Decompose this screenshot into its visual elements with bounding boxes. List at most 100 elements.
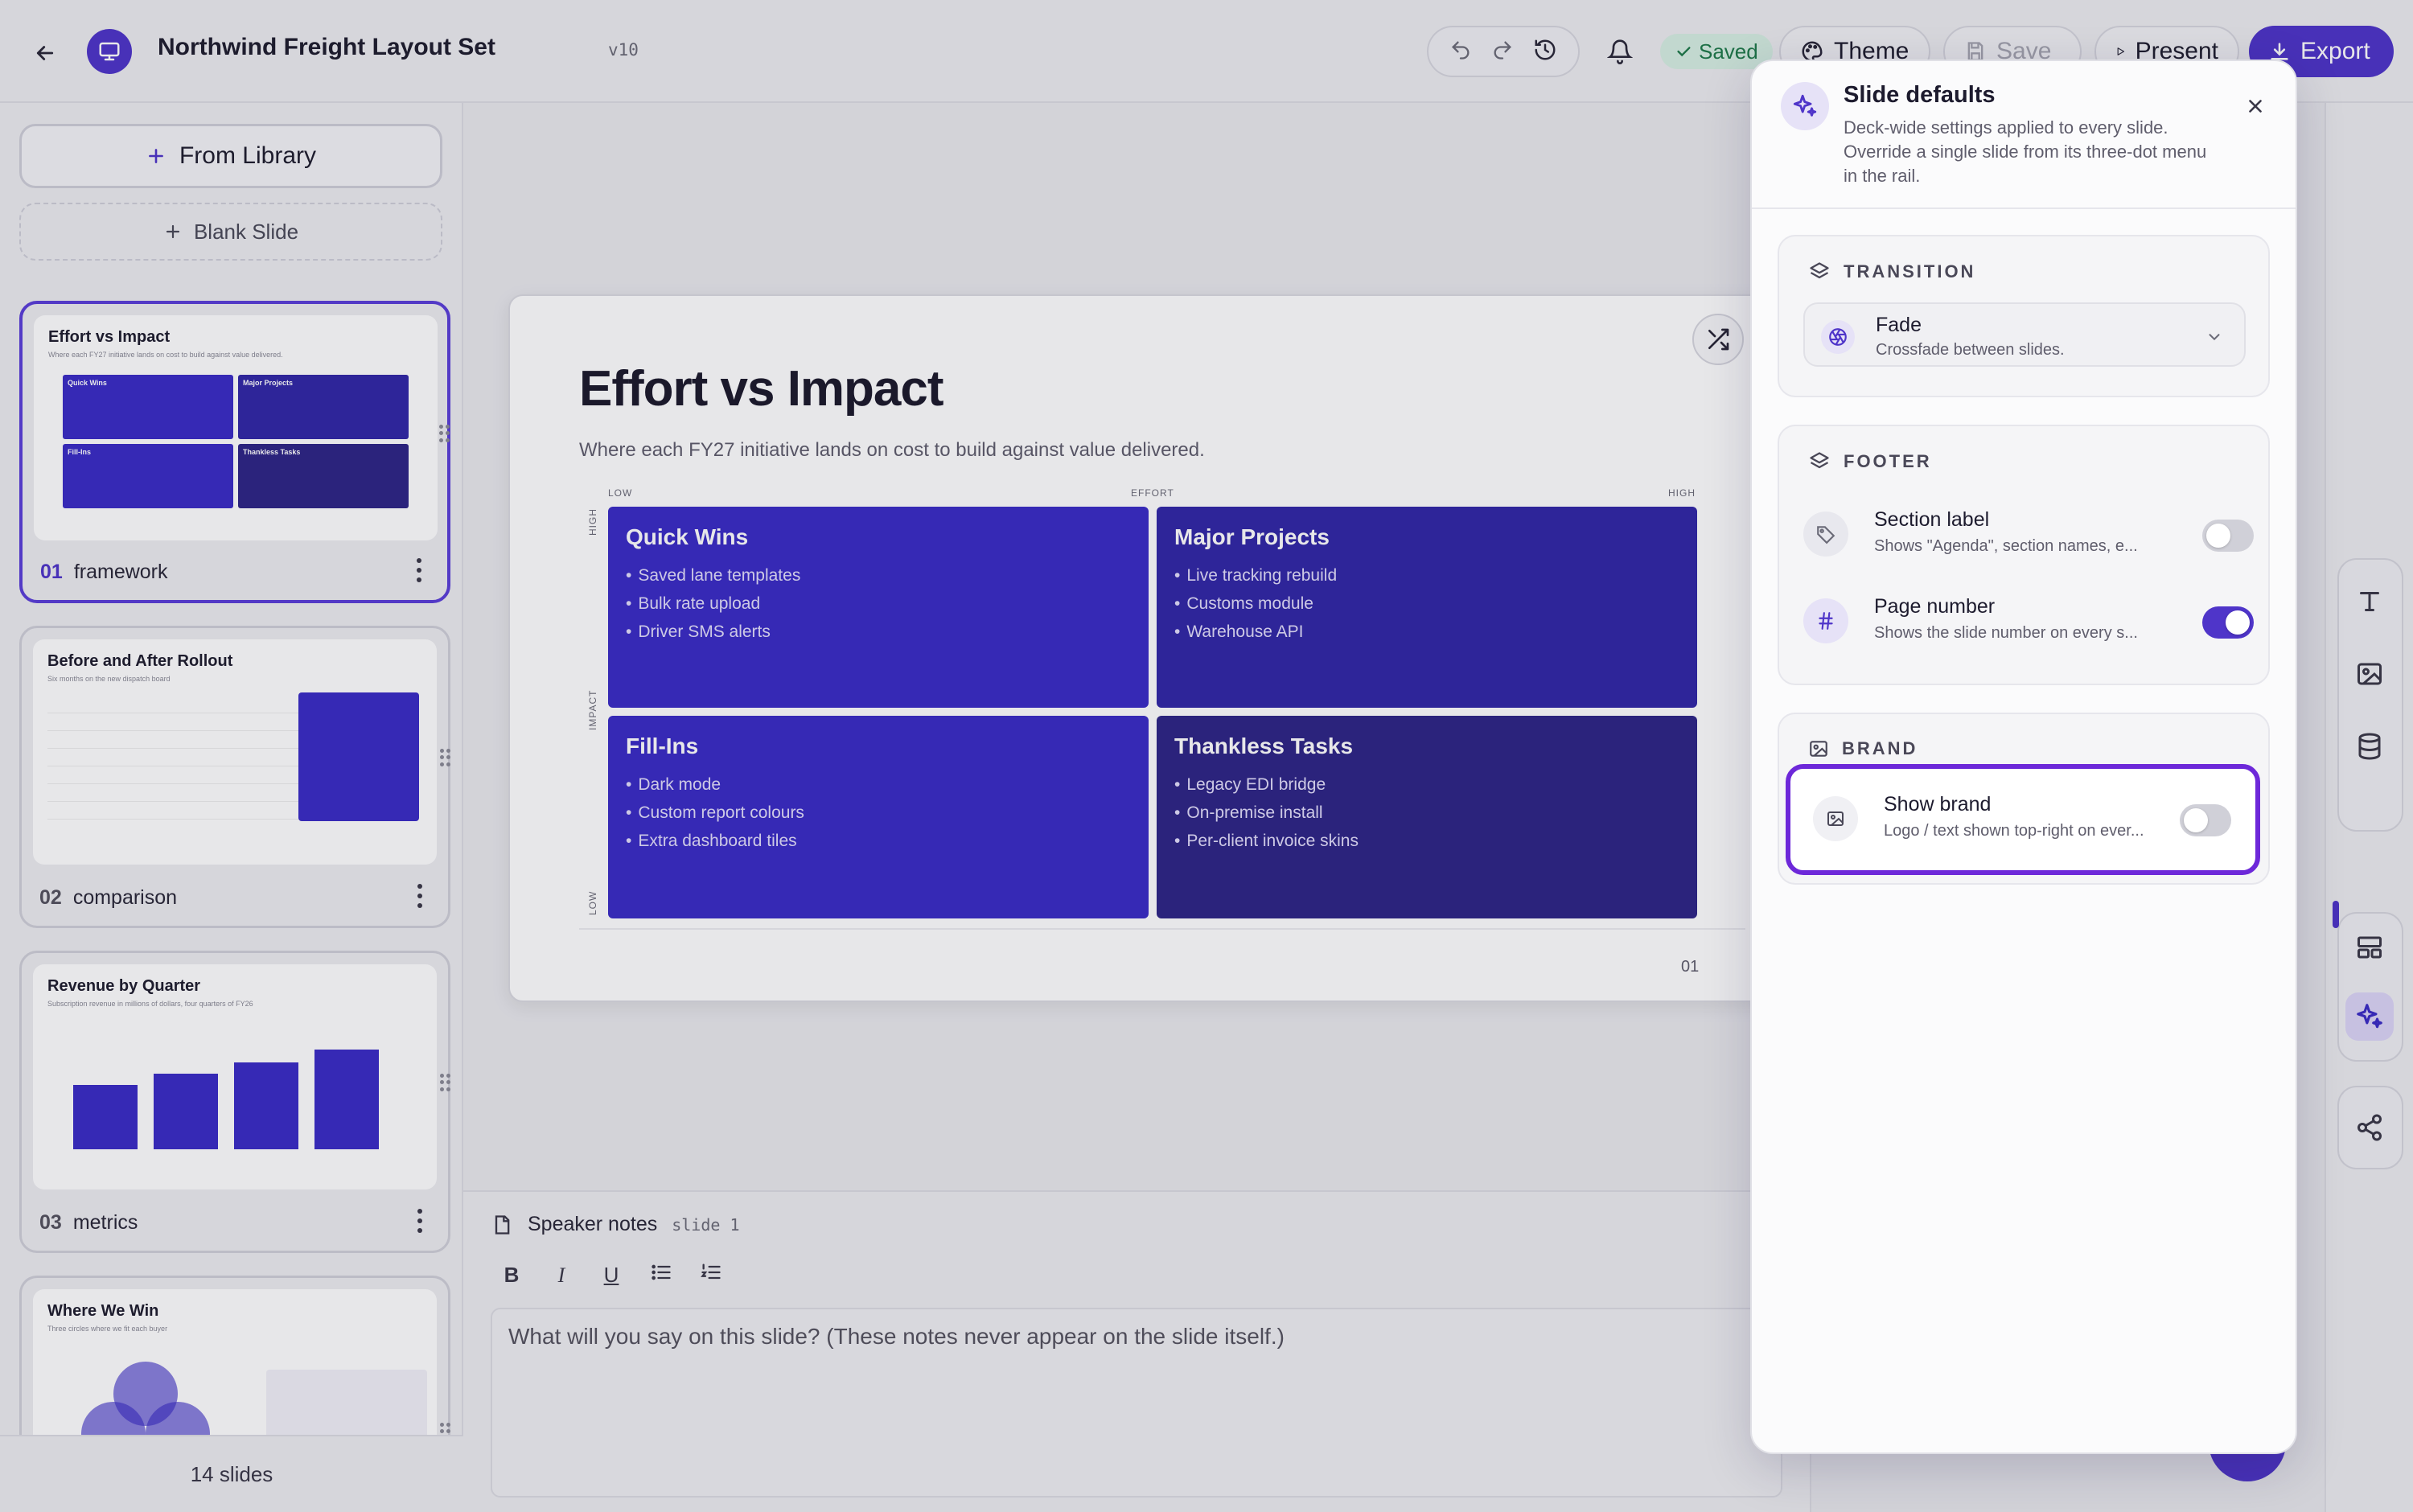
chevron-down-icon bbox=[2205, 328, 2223, 350]
layout-tool-icon[interactable] bbox=[2345, 923, 2394, 972]
y-axis-high-label: HIGH bbox=[587, 508, 598, 536]
quadrant-item: Driver SMS alerts bbox=[626, 618, 1131, 646]
quadrant-fill-ins[interactable]: Fill-Ins Dark mode Custom report colours… bbox=[608, 716, 1149, 918]
slide-defaults-sparkle-icon[interactable] bbox=[2345, 992, 2394, 1041]
page-number-toggle[interactable] bbox=[2202, 606, 2254, 639]
active-tool-indicator bbox=[2333, 901, 2339, 928]
quadrant-item: Legacy EDI bridge bbox=[1174, 770, 1679, 799]
show-brand-title: Show brand bbox=[1884, 793, 1992, 816]
back-arrow-icon[interactable] bbox=[29, 37, 61, 69]
section-label-description: Shows "Agenda", section names, e... bbox=[1874, 537, 2138, 555]
section-label-row: Section label Shows "Agenda", section na… bbox=[1803, 503, 2254, 568]
show-brand-highlight: Show brand Logo / text shown top-right o… bbox=[1786, 764, 2260, 875]
quadrant-major-projects[interactable]: Major Projects Live tracking rebuild Cus… bbox=[1157, 507, 1697, 708]
slide-menu-kebab-icon[interactable] bbox=[416, 1209, 424, 1233]
quadrant-list: Legacy EDI bridge On-premise install Per… bbox=[1174, 770, 1679, 855]
document-icon bbox=[495, 1214, 510, 1235]
tool-rail bbox=[2325, 103, 2413, 1512]
from-library-label: From Library bbox=[179, 142, 317, 169]
slide-subtitle[interactable]: Where each FY27 initiative lands on cost… bbox=[579, 439, 1205, 462]
thumbnail-title: Effort vs Impact bbox=[48, 328, 171, 346]
shuffle-icon bbox=[1708, 328, 1729, 351]
quadrant-quick-wins[interactable]: Quick Wins Saved lane templates Bulk rat… bbox=[608, 507, 1149, 708]
notifications-bell-icon[interactable] bbox=[1604, 35, 1636, 68]
aperture-icon bbox=[1821, 320, 1855, 354]
transition-select[interactable]: Fade Crossfade between slides. bbox=[1803, 302, 2246, 367]
blank-slide-button[interactable]: Blank Slide bbox=[19, 203, 442, 261]
text-tool-icon[interactable] bbox=[2345, 577, 2394, 626]
x-axis-low-label: LOW bbox=[608, 487, 633, 499]
italic-button[interactable]: I bbox=[550, 1263, 573, 1288]
brand-heading-label: BRAND bbox=[1842, 738, 1918, 758]
quadrant-title: Thankless Tasks bbox=[1174, 733, 1354, 758]
version-history-icon[interactable] bbox=[1533, 38, 1557, 66]
thumbnail-footer: 03 metrics bbox=[39, 1211, 138, 1235]
saved-status-badge: Saved bbox=[1660, 34, 1773, 69]
thumbnail-bar bbox=[234, 1062, 298, 1149]
presentation-app-icon bbox=[87, 29, 132, 74]
hash-icon bbox=[1803, 598, 1848, 643]
show-brand-description: Logo / text shown top-right on ever... bbox=[1884, 822, 2144, 840]
notes-format-toolbar: B I U bbox=[500, 1261, 722, 1289]
saved-label: Saved bbox=[1699, 39, 1758, 64]
close-icon[interactable] bbox=[2239, 90, 2271, 122]
thumbnail-title: Revenue by Quarter bbox=[47, 977, 201, 995]
mini-quadrant: Thankless Tasks bbox=[238, 444, 409, 508]
shuffle-layout-button[interactable] bbox=[1692, 314, 1744, 365]
thumbnail-title: Before and After Rollout bbox=[47, 652, 233, 670]
slide-thumbnail-4[interactable]: Where We Win Three circles where we fit … bbox=[19, 1276, 450, 1458]
thumbnail-bar bbox=[73, 1085, 138, 1149]
underline-button[interactable]: U bbox=[600, 1263, 623, 1288]
transition-heading-label: TRANSITION bbox=[1844, 261, 1976, 281]
show-brand-toggle[interactable] bbox=[2180, 804, 2231, 836]
quadrant-item: Per-client invoice skins bbox=[1174, 827, 1679, 855]
bullet-list-icon[interactable] bbox=[650, 1261, 672, 1289]
check-icon bbox=[1677, 47, 1691, 57]
slide-thumbnail-2[interactable]: Before and After Rollout Six months on t… bbox=[19, 626, 450, 928]
panel-title: Slide defaults bbox=[1844, 82, 1996, 108]
database-tool-icon[interactable] bbox=[2345, 722, 2394, 770]
thumbnail-number: 01 bbox=[40, 561, 63, 583]
quadrant-title: Major Projects bbox=[1174, 524, 1330, 549]
thumbnail-preview: Effort vs Impact Where each FY27 initiat… bbox=[34, 315, 438, 540]
plus-icon bbox=[166, 224, 180, 239]
undo-icon[interactable] bbox=[1449, 39, 1472, 65]
speaker-notes-textarea[interactable]: What will you say on this slide? (These … bbox=[491, 1308, 1782, 1498]
bold-button[interactable]: B bbox=[500, 1263, 523, 1288]
thumbnail-subtitle: Where each FY27 initiative lands on cost… bbox=[48, 351, 283, 359]
quadrant-thankless-tasks[interactable]: Thankless Tasks Legacy EDI bridge On-pre… bbox=[1157, 716, 1697, 918]
document-title[interactable]: Northwind Freight Layout Set bbox=[158, 34, 495, 61]
thumbnail-label: comparison bbox=[72, 886, 178, 909]
layers-icon bbox=[1810, 262, 1829, 279]
slide-canvas[interactable]: Effort vs Impact Where each FY27 initiat… bbox=[508, 294, 1795, 1002]
slide-defaults-panel: Slide defaults Deck-wide settings applie… bbox=[1750, 60, 2297, 1454]
slide-thumbnail-1[interactable]: Effort vs Impact Where each FY27 initiat… bbox=[19, 301, 450, 603]
drag-handle-icon[interactable] bbox=[439, 425, 450, 442]
slide-thumbnail-3[interactable]: Revenue by Quarter Subscription revenue … bbox=[19, 951, 450, 1253]
speaker-notes-panel: Speaker notes slide 1 B I U What will yo… bbox=[463, 1190, 1810, 1512]
speaker-notes-header: Speaker notes slide 1 bbox=[491, 1213, 740, 1236]
drag-handle-icon[interactable] bbox=[440, 1074, 451, 1091]
page-number-description: Shows the slide number on every s... bbox=[1874, 624, 2138, 642]
share-tool-icon[interactable] bbox=[2345, 1103, 2394, 1152]
thumbnail-preview: Before and After Rollout Six months on t… bbox=[33, 639, 437, 865]
quadrant-item: Warehouse API bbox=[1174, 618, 1679, 646]
page-number-title: Page number bbox=[1874, 595, 1996, 618]
mini-quadrant-title: Quick Wins bbox=[68, 379, 107, 387]
blank-slide-label: Blank Slide bbox=[193, 219, 299, 244]
slide-menu-kebab-icon[interactable] bbox=[415, 558, 423, 582]
from-library-button[interactable]: From Library bbox=[19, 124, 442, 188]
image-tool-icon[interactable] bbox=[2345, 650, 2394, 698]
slide-title[interactable]: Effort vs Impact bbox=[579, 360, 944, 417]
thumbnail-bar bbox=[314, 1050, 379, 1149]
slide-menu-kebab-icon[interactable] bbox=[416, 884, 424, 908]
quadrant-item: Bulk rate upload bbox=[626, 590, 1131, 618]
numbered-list-icon[interactable] bbox=[700, 1261, 722, 1289]
slide-footer-divider bbox=[579, 928, 1745, 930]
section-label-toggle[interactable] bbox=[2202, 520, 2254, 552]
drag-handle-icon[interactable] bbox=[440, 749, 451, 766]
history-controls bbox=[1427, 26, 1580, 77]
redo-icon[interactable] bbox=[1491, 39, 1514, 65]
y-axis-label: IMPACT bbox=[587, 689, 598, 730]
footer-heading-label: FOOTER bbox=[1844, 451, 1932, 471]
